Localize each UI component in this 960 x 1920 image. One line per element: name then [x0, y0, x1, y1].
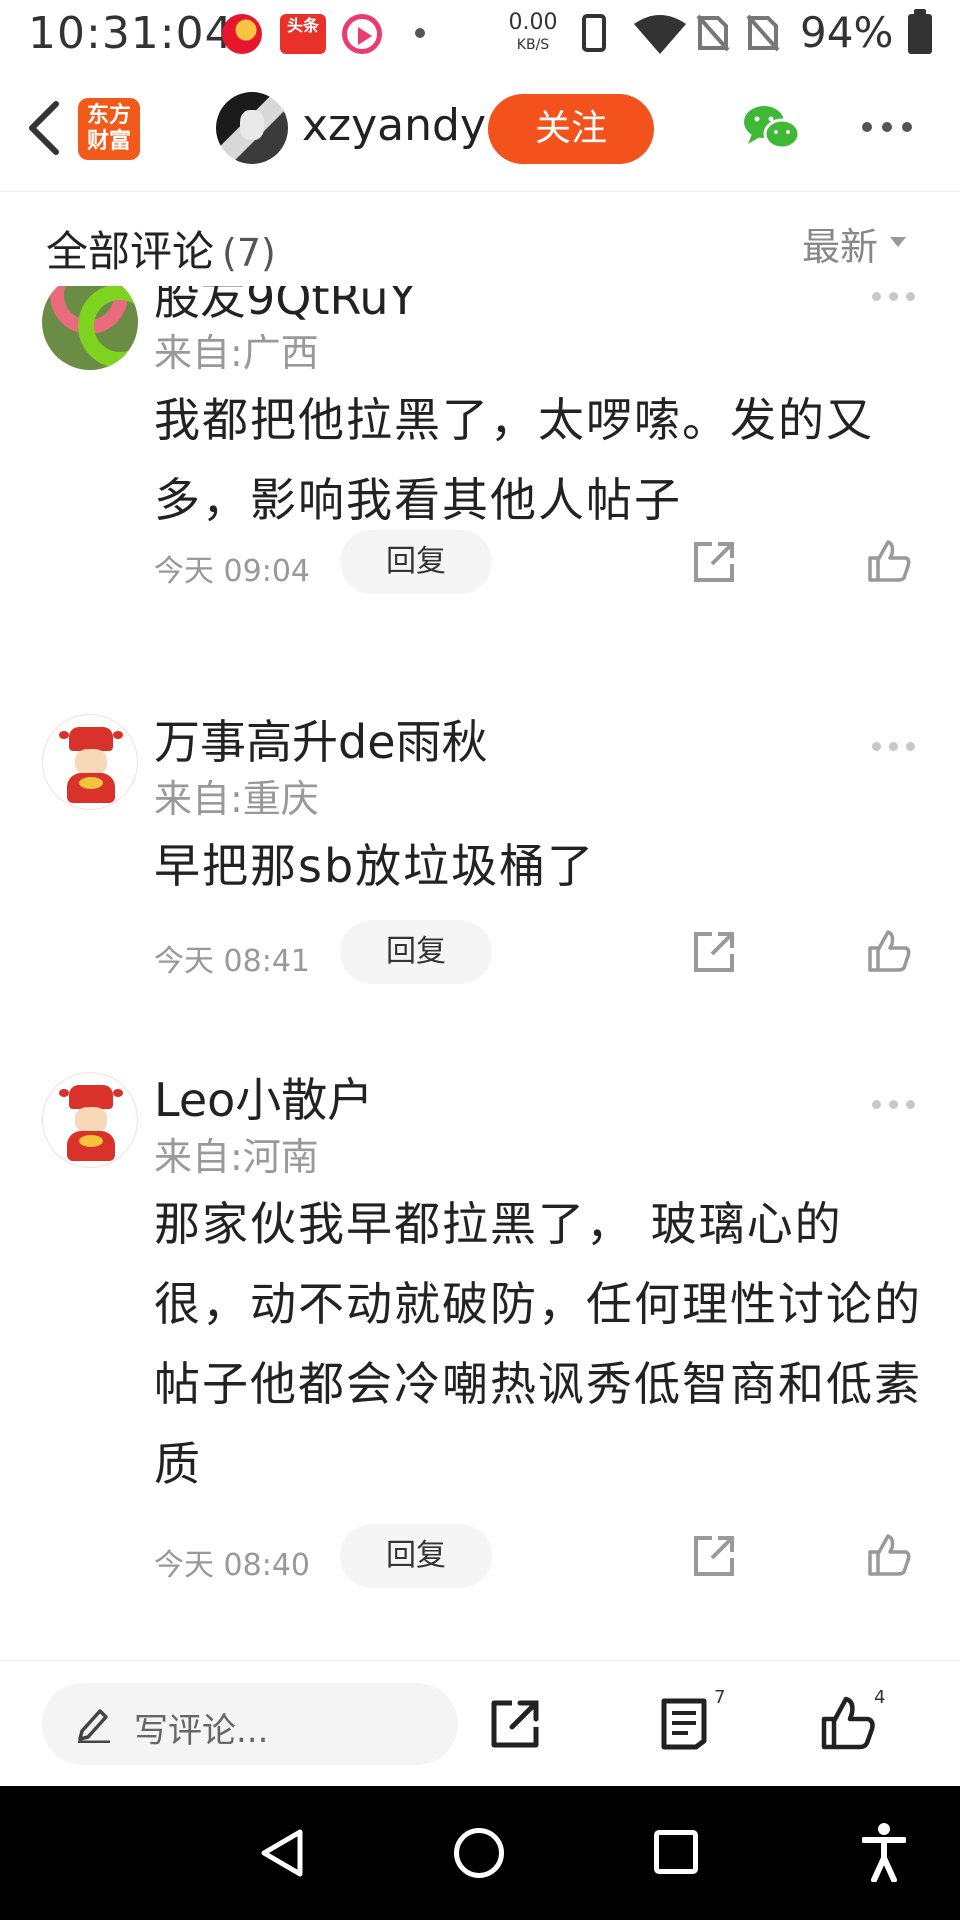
- commenter-location: 来自:重庆: [154, 777, 319, 821]
- comment-time: 今天 09:04: [154, 554, 310, 589]
- comment-list[interactable]: 股友9QtRuY 来自:广西 我都把他拉黑了，太啰嗦。发的又多，影响我看其他人帖…: [0, 286, 960, 1658]
- system-navigation-bar: [0, 1786, 960, 1920]
- share-icon[interactable]: [692, 1534, 736, 1578]
- comment-more-icon[interactable]: [872, 742, 916, 752]
- commenter-avatar[interactable]: [42, 286, 138, 370]
- follow-button[interactable]: 关注: [488, 94, 654, 164]
- share-icon[interactable]: [692, 540, 736, 584]
- like-icon[interactable]: [866, 538, 912, 584]
- pencil-icon: [78, 1709, 110, 1743]
- comment-content: 我都把他拉黑了，太啰嗦。发的又多，影响我看其他人帖子: [154, 393, 874, 527]
- commenter-location: 来自:广西: [154, 331, 319, 375]
- comment-item: Leo小散户 来自:河南 那家伙我早都拉黑了， 玻璃心的很，动不动就破防，任何理…: [0, 1064, 960, 1654]
- bottom-action-bar: 写评论... 7 4: [0, 1660, 960, 1784]
- comment-time: 今天 08:41: [154, 944, 310, 979]
- comment-more-icon[interactable]: [872, 1100, 916, 1110]
- comment-input[interactable]: 写评论...: [42, 1683, 458, 1765]
- likes-count-badge: 4: [874, 1687, 886, 1708]
- network-speed-unit: KB/S: [516, 37, 550, 53]
- no-sim-icon: [696, 14, 730, 52]
- comment-input-placeholder: 写评论...: [134, 1711, 269, 1751]
- like-icon[interactable]: [866, 1532, 912, 1578]
- comment-item: 万事高升de雨秋 来自:重庆 早把那sb放垃圾桶了 今天 08:41 回复: [0, 706, 960, 1066]
- comment-item: 股友9QtRuY 来自:广西 我都把他拉黑了，太啰嗦。发的又多，影响我看其他人帖…: [0, 286, 960, 632]
- share-icon[interactable]: [692, 930, 736, 974]
- commenter-avatar[interactable]: [42, 1072, 138, 1168]
- wifi-icon: [634, 15, 686, 54]
- reply-button[interactable]: 回复: [340, 530, 492, 594]
- commenter-location: 来自:河南: [154, 1135, 319, 1179]
- vibrate-phone-icon: [582, 14, 606, 52]
- commenter-username[interactable]: Leo小散户: [154, 1064, 373, 1130]
- notification-dot-icon: [415, 28, 425, 38]
- app-logo[interactable]: 东方 财富: [78, 98, 140, 160]
- app-logo-line2: 财富: [86, 129, 131, 154]
- no-sim-icon: [746, 14, 780, 52]
- nav-recents-icon[interactable]: [654, 1830, 698, 1874]
- reply-button[interactable]: 回复: [340, 1524, 492, 1588]
- battery-percent: 94%: [800, 8, 894, 57]
- back-icon[interactable]: [24, 98, 64, 158]
- sort-label: 最新: [802, 225, 879, 269]
- post-header: 东方 财富 xzyandy 关注: [0, 68, 960, 192]
- author-avatar[interactable]: [216, 92, 288, 164]
- battery-icon: [908, 9, 932, 54]
- comment-time: 今天 08:40: [154, 1548, 310, 1583]
- nav-back-icon[interactable]: [258, 1828, 308, 1878]
- comments-count: (7): [222, 231, 276, 275]
- comment-content: 早把那sb放垃圾桶了: [154, 839, 596, 893]
- weibo-icon: [222, 14, 262, 54]
- status-bar: 10:31:04 头条 0.00 KB/S 94%: [0, 0, 960, 68]
- toutiao-icon: 头条: [280, 14, 326, 54]
- sort-select[interactable]: 最新: [802, 216, 907, 271]
- status-time: 10:31:04: [28, 8, 234, 59]
- commenter-username[interactable]: 万事高升de雨秋: [154, 706, 488, 772]
- more-options-icon[interactable]: [862, 122, 912, 134]
- caret-down-icon: [890, 236, 907, 247]
- nav-home-icon[interactable]: [454, 1828, 504, 1878]
- share-icon[interactable]: [488, 1697, 542, 1751]
- author-username[interactable]: xzyandy: [302, 100, 486, 151]
- like-icon[interactable]: [820, 1695, 876, 1751]
- toutiao-label: 头条: [286, 16, 319, 35]
- network-speed: 0.00 KB/S: [505, 10, 561, 53]
- like-icon[interactable]: [866, 928, 912, 974]
- wechat-icon[interactable]: [742, 104, 802, 152]
- comments-heading: 全部评论 (7): [46, 218, 276, 279]
- commenter-avatar[interactable]: [42, 714, 138, 810]
- comment-content: 那家伙我早都拉黑了， 玻璃心的很，动不动就破防，任何理性讨论的帖子他都会冷嘲热讽…: [154, 1197, 922, 1491]
- comments-count-badge: 7: [714, 1687, 726, 1708]
- app-logo-line1: 东方: [86, 103, 131, 128]
- accessibility-icon[interactable]: [862, 1822, 906, 1882]
- reply-button[interactable]: 回复: [340, 920, 492, 984]
- video-icon: [342, 14, 382, 54]
- network-speed-value: 0.00: [508, 10, 558, 35]
- comments-icon[interactable]: [660, 1697, 708, 1751]
- comment-more-icon[interactable]: [872, 292, 916, 302]
- comments-title: 全部评论: [46, 227, 215, 276]
